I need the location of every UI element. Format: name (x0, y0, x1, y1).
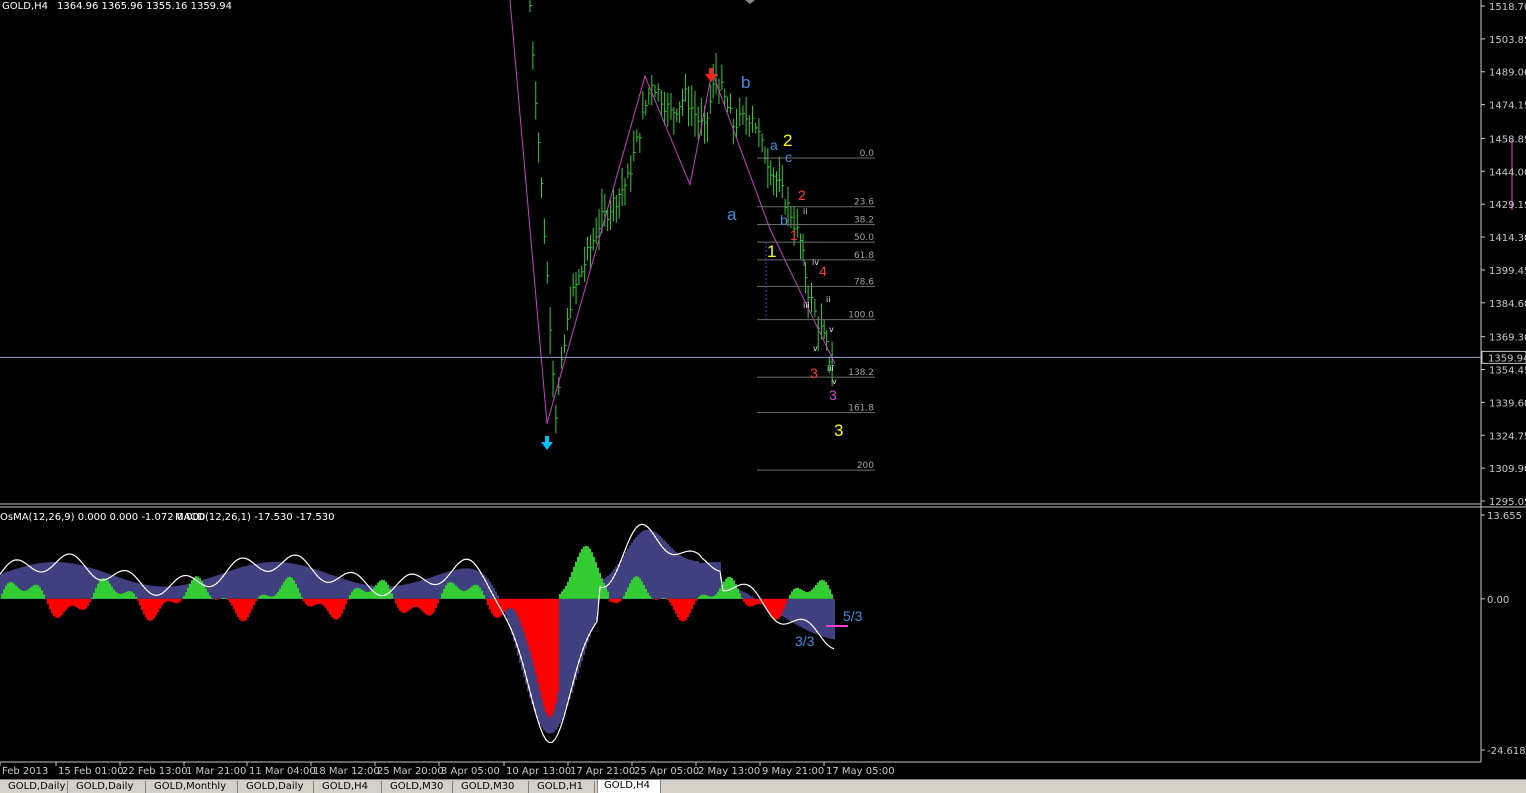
macd-readout: MACD(12,26,1) -17.530 -17.530 (175, 512, 335, 523)
wave-label: 2 (783, 131, 792, 150)
chart-area[interactable]: 0.023.638.250.061.878.6100.0138.2161.820… (0, 0, 1526, 779)
fib-level-label: 50.0 (854, 233, 874, 243)
time-tick-label: 17 May 05:00 (826, 766, 895, 777)
price-tick-label: 1295.05 (1489, 497, 1526, 508)
price-tick-label: 1489.00 (1489, 68, 1526, 79)
price-tick-label: 1354.45 (1489, 366, 1526, 377)
chart-tab[interactable]: GOLD,H4 (316, 781, 382, 793)
chart-tab[interactable]: GOLD,H4 (597, 779, 661, 793)
price-tick-label: 1324.75 (1489, 431, 1526, 442)
time-tick-label: 11 Mar 04:00 (249, 766, 316, 777)
subwave-label: v (813, 344, 818, 353)
osc-annotation: 3/3 (795, 633, 815, 649)
time-tick-label: 17 Apr 21:00 (570, 766, 635, 777)
wave-label: c (785, 149, 792, 165)
time-tick-label: 1 Mar 21:00 (186, 766, 246, 777)
fib-level-label: 78.6 (854, 277, 874, 287)
price-tick-label: 1474.15 (1489, 101, 1526, 112)
osc-tick-label: 0.00 (1487, 595, 1509, 606)
ohlc-readout: 1364.96 1365.96 1355.16 1359.94 (57, 1, 232, 12)
wave-label: 4 (819, 263, 827, 279)
price-tick-label: 1369.30 (1489, 333, 1526, 344)
osc-annotation: 5/3 (843, 608, 863, 624)
subwave-label: iii (803, 301, 810, 310)
subwave-label: iii (827, 364, 834, 373)
chart-tab[interactable]: GOLD,M30 (384, 781, 453, 793)
chart-tabs: GOLD,Daily GOLD,Daily GOLD,Monthly GOLD,Dai… (0, 779, 1526, 793)
price-tick-label: 1518.70 (1489, 2, 1526, 13)
chart-tab[interactable]: GOLD,Daily (2, 781, 68, 793)
chart-tab[interactable]: GOLD,H1 (531, 781, 595, 793)
fib-level-label: 61.8 (854, 251, 874, 261)
time-axis: Feb 2013 15 Feb 01:0022 Feb 13:001 Mar 21… (0, 762, 895, 777)
fib-level-label: 138.2 (848, 368, 874, 378)
price-tick-label: 1399.45 (1489, 266, 1526, 277)
wave-label: a (770, 137, 778, 153)
price-tick-label: 1309.90 (1489, 464, 1526, 475)
subwave-label: v (829, 325, 834, 334)
fib-level-label: 38.2 (854, 215, 874, 225)
wave-label: 1 (790, 227, 798, 243)
price-tick-label: 1429.15 (1489, 200, 1526, 211)
oscillator-panel: 13.655 0.00 -24.618 5/3 3/3 (0, 511, 1526, 757)
subwave-label: v (832, 377, 837, 386)
price-tick-label: 1384.60 (1489, 299, 1526, 310)
fib-level-label: 100.0 (848, 311, 874, 321)
osc-tick-label: 13.655 (1487, 511, 1522, 522)
price-tick-label: 1339.60 (1489, 398, 1526, 409)
current-price-label: 1359.94 (1488, 353, 1526, 364)
price-tick-label: 1503.85 (1489, 35, 1526, 46)
subwave-label: iv (812, 258, 819, 267)
price-tick-label: 1414.30 (1489, 233, 1526, 244)
wave-labels: b2aca b2114333iii iviiiiiviiivv (727, 73, 843, 440)
price-axis: 1518.70 1503.85 1489.00 1474.15 1458.85 1444.… (0, 2, 1526, 508)
time-tick-label: 25 Apr 05:00 (634, 766, 699, 777)
wave-label: 3 (829, 387, 837, 403)
signal-line (0, 523, 835, 744)
time-tick-label: 9 May 21:00 (762, 766, 824, 777)
wave-label: a (727, 205, 737, 224)
osc-tick-label: -24.618 (1487, 746, 1526, 757)
subwave-label: ii (826, 295, 830, 304)
wave-label: 2 (798, 187, 806, 203)
wave-label: 3 (810, 365, 818, 381)
price-tick-label: 1458.85 (1489, 134, 1526, 145)
chart-title: GOLD,H4 (2, 1, 48, 12)
subwave-label: i (803, 259, 805, 268)
time-tick-label: 3 Apr 05:00 (441, 766, 500, 777)
fib-level-label: 0.0 (860, 149, 875, 159)
time-tick-label: 18 Mar 12:00 (313, 766, 380, 777)
time-tick-label: 2 May 13:00 (698, 766, 760, 777)
chart-tab[interactable]: GOLD,Daily (240, 781, 314, 793)
price-tick-label: 1444.00 (1489, 167, 1526, 178)
wave-label: 3 (834, 421, 843, 440)
wave-label: b (741, 73, 750, 92)
time-tick-label: 22 Feb 13:00 (122, 766, 188, 777)
wave-label: b (780, 212, 788, 228)
chart-tab[interactable]: GOLD,M30 (455, 781, 529, 793)
time-tick-label: 15 Feb 01:00 (58, 766, 124, 777)
chart-tab[interactable]: GOLD,Daily (70, 781, 146, 793)
fib-level-label: 161.8 (848, 404, 874, 414)
fibonacci-levels: 0.0 23.6 38.2 50.0 61.8 78.6 100.0 138.2 161.8 20… (757, 149, 875, 471)
fib-level-label: 23.6 (854, 198, 874, 208)
fib-level-label: 200 (857, 461, 874, 471)
time-tick-label: 10 Apr 13:00 (506, 766, 571, 777)
subwave-label: ii (803, 207, 807, 216)
up-arrow-icon (541, 436, 553, 450)
chart-tab[interactable]: GOLD,Monthly (148, 781, 238, 793)
time-tick-label: Feb 2013 (2, 766, 48, 777)
wave-label: 1 (767, 242, 776, 261)
time-tick-label: 25 Mar 20:00 (377, 766, 444, 777)
